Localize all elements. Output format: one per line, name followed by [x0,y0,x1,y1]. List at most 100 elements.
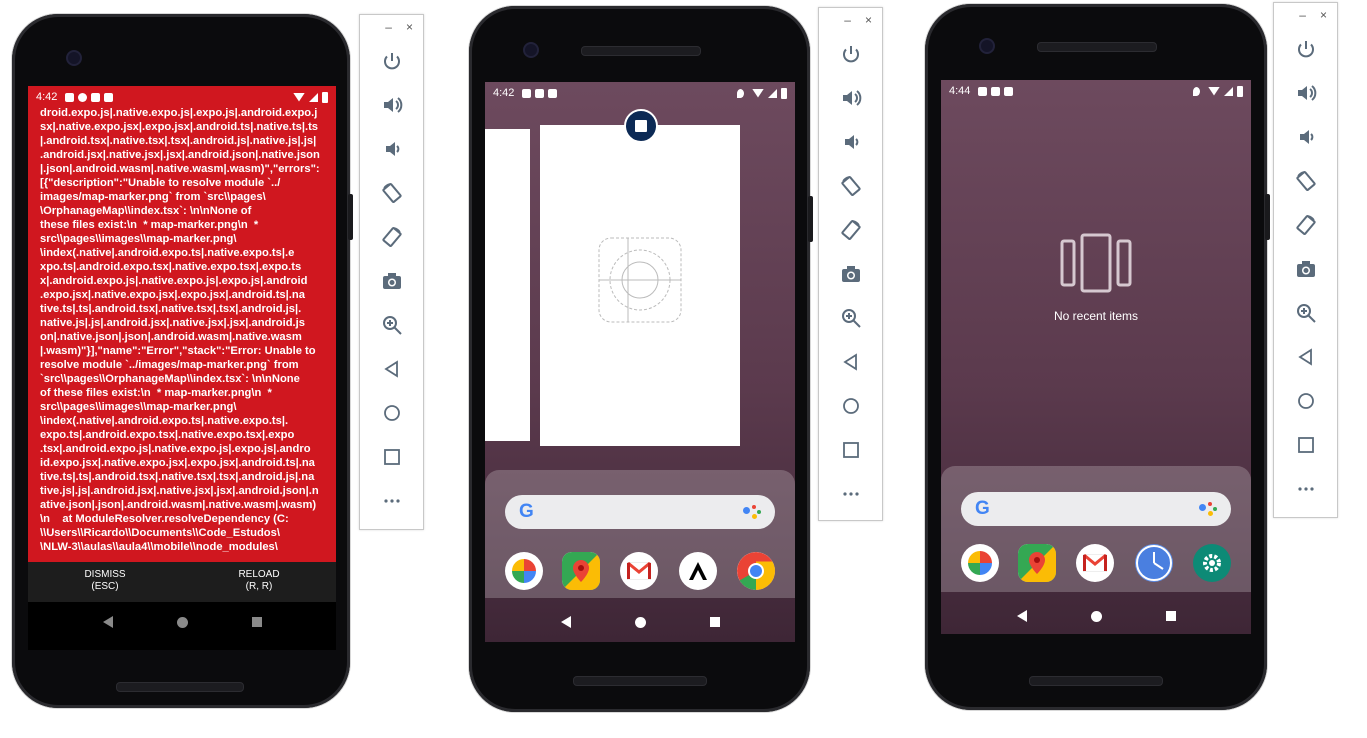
recent-app-card[interactable] [540,125,740,446]
more-button[interactable] [1274,467,1337,511]
home-button[interactable] [819,384,882,428]
overview-button[interactable] [360,435,423,479]
reload-button[interactable]: RELOAD (R, R) [182,562,336,602]
overview-button[interactable] [819,428,882,472]
rotate-right-button[interactable] [360,215,423,259]
back-nav-icon[interactable] [560,616,571,628]
camera-button[interactable] [819,252,882,296]
recents-nav-icon[interactable] [1165,611,1176,621]
minimize-button[interactable]: – [385,20,392,34]
google-logo-icon: G [519,501,534,522]
minimize-button[interactable]: – [844,13,851,27]
gmail-app-icon[interactable] [1076,544,1114,582]
bottom-speaker [573,676,707,686]
error-message: droid.expo.js|.native.expo.js|.expo.js|.… [40,107,320,553]
home-nav-icon[interactable] [176,616,188,628]
back-nav-icon[interactable] [1016,610,1027,622]
close-button[interactable]: × [406,20,413,34]
volume-down-button[interactable] [360,127,423,171]
clock-app-icon[interactable] [1135,544,1173,582]
volume-down-button[interactable] [1274,115,1337,159]
volume-up-button[interactable] [360,83,423,127]
zoom-button[interactable] [1274,291,1337,335]
back-button[interactable] [819,340,882,384]
screen-middle: 4:42 G [485,82,795,642]
volume-down-icon [844,135,858,149]
recent-app-card-previous[interactable] [485,129,530,441]
rotate-left-icon [840,176,861,196]
power-button[interactable] [360,39,423,83]
home-nav-icon[interactable] [634,616,646,628]
expo-app-icon[interactable] [679,552,717,590]
rotate-left-button[interactable] [1274,159,1337,203]
rotate-right-icon [1295,215,1316,235]
dismiss-button[interactable]: DISMISS (ESC) [28,562,182,602]
maps-app-icon[interactable] [1018,544,1056,582]
toolbar-buttons [819,32,882,516]
google-search-bar[interactable]: G [961,492,1231,526]
maps-app-icon[interactable] [562,552,600,590]
zoom-button[interactable] [819,296,882,340]
location-icon [737,88,744,98]
home-nav-icon[interactable] [1090,610,1102,622]
back-button[interactable] [1274,335,1337,379]
assistant-icon[interactable] [743,505,761,519]
close-button[interactable]: × [1320,8,1327,22]
zoom-button[interactable] [360,303,423,347]
rotate-left-button[interactable] [819,164,882,208]
close-button[interactable]: × [865,13,872,27]
volume-up-icon [383,97,402,113]
app-placeholder-icon [598,237,682,323]
volume-down-button[interactable] [819,120,882,164]
no-recent-items-icon [1060,233,1132,293]
minimize-button[interactable]: – [1299,8,1306,22]
error-redbox: 4:42 droid.expo.js|.native.expo.js|.expo… [28,86,336,562]
recents-nav-icon[interactable] [251,617,262,627]
power-button[interactable] [1274,27,1337,71]
power-side-button [1265,194,1270,240]
more-button[interactable] [819,472,882,516]
overview-button[interactable] [1274,423,1337,467]
toolbar-buttons [360,39,423,523]
status-bar: 4:42 [28,86,336,108]
status-bar: 4:42 [485,82,795,104]
stop-app-icon[interactable] [624,109,658,143]
google-search-bar[interactable]: G [505,495,775,529]
phone-left: 4:42 droid.expo.js|.native.expo.js|.expo… [12,14,353,708]
recents-nav-icon[interactable] [709,617,720,627]
settings-app-icon[interactable] [1193,544,1231,582]
toolbar-window-controls: – × [360,15,423,39]
home-button[interactable] [1274,379,1337,423]
status-time: 4:44 [949,85,971,97]
more-button[interactable] [360,479,423,523]
redbox-actions: DISMISS (ESC) RELOAD (R, R) [28,562,336,602]
wifi-icon [752,88,764,98]
wifi-icon [293,92,305,102]
camera-button[interactable] [1274,247,1337,291]
camera-button[interactable] [360,259,423,303]
rotate-right-button[interactable] [1274,203,1337,247]
gmail-app-icon[interactable] [620,552,658,590]
no-recent-items-label: No recent items [1053,309,1139,323]
signal-icon [309,92,318,102]
photos-app-icon[interactable] [961,544,999,582]
top-speaker [1037,42,1157,52]
phone-middle: 4:42 G [469,6,813,712]
chrome-app-icon[interactable] [737,552,775,590]
back-nav-icon[interactable] [102,616,113,628]
power-button[interactable] [819,32,882,76]
rotate-left-button[interactable] [360,171,423,215]
emulator-toolbar-right: – × [1273,2,1338,518]
phone-right: 4:44 No recent items G [925,4,1270,710]
volume-up-button[interactable] [819,76,882,120]
volume-down-icon [1299,130,1313,144]
home-button[interactable] [360,391,423,435]
rotate-right-icon [840,220,861,240]
zoom-icon [382,316,402,335]
back-button[interactable] [360,347,423,391]
overview-icon [842,442,859,458]
assistant-icon[interactable] [1199,502,1217,516]
volume-up-button[interactable] [1274,71,1337,115]
photos-app-icon[interactable] [505,552,543,590]
rotate-right-button[interactable] [819,208,882,252]
